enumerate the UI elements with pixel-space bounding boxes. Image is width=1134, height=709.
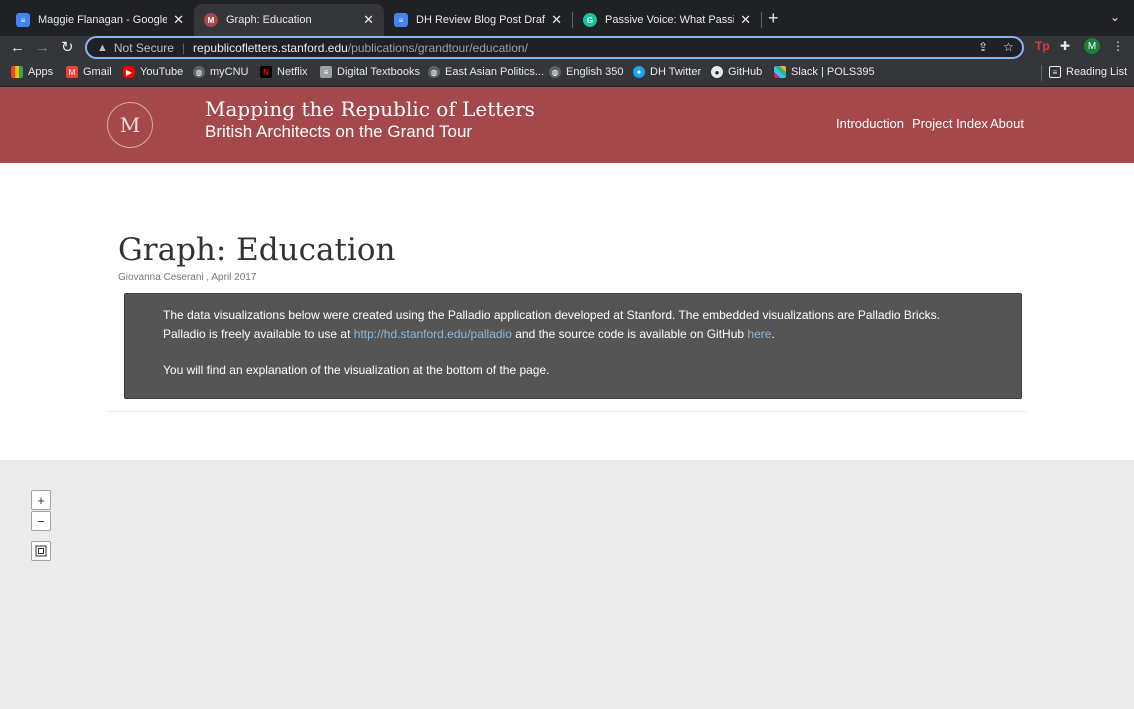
tab-separator [761, 12, 762, 28]
bookmark-slack[interactable]: Slack | POLS395 [774, 66, 875, 78]
bookmark-label: East Asian Politics... [445, 66, 545, 78]
site-favicon-icon: M [204, 13, 218, 27]
reading-list-button[interactable]: ≡ Reading List [1049, 66, 1127, 78]
zoom-out-button[interactable]: − [31, 511, 51, 531]
bookmark-english-350[interactable]: ◍ English 350 [549, 66, 624, 78]
info-paragraph: The data visualizations below were creat… [163, 306, 983, 344]
bookmark-label: Slack | POLS395 [791, 66, 875, 78]
url-path: /publications/grandtour/education/ [347, 40, 528, 55]
slack-icon [774, 66, 786, 78]
close-icon[interactable]: ✕ [740, 12, 751, 28]
tab-label: Passive Voice: What Passive Vo [605, 14, 735, 26]
info-explanation: You will find an explanation of the visu… [163, 363, 550, 377]
address-divider: | [181, 40, 186, 55]
bookmark-label: DH Twitter [650, 66, 702, 78]
info-text: and the source code is available on GitH… [511, 327, 748, 341]
bookmark-netflix[interactable]: N Netflix [260, 66, 308, 78]
nav-about[interactable]: About [990, 116, 1024, 131]
youtube-icon: ▶ [123, 66, 135, 78]
globe-icon: ◍ [549, 66, 561, 78]
fit-to-screen-button[interactable] [31, 541, 51, 561]
site-subtitle: British Architects on the Grand Tour [205, 122, 473, 141]
new-tab-icon[interactable]: + [768, 8, 779, 29]
visualization-canvas[interactable]: + − [0, 460, 1134, 709]
address-bar[interactable]: ▲ Not Secure | republicofletters.stanfor… [85, 36, 1024, 59]
info-box: The data visualizations below were creat… [124, 293, 1022, 399]
bookmark-label: Netflix [277, 66, 308, 78]
site-header: M Mapping the Republic of Letters Britis… [0, 87, 1134, 163]
close-icon[interactable]: ✕ [551, 12, 562, 28]
site-logo[interactable]: M [107, 102, 153, 148]
security-status[interactable]: Not Secure [114, 41, 174, 55]
bookmarks-bar: Apps M Gmail ▶ YouTube ◍ myCNU N Netflix… [0, 60, 1134, 87]
page-title: Graph: Education [118, 232, 396, 268]
docs-icon: ≡ [394, 13, 408, 27]
back-arrow-icon[interactable]: ← [10, 38, 25, 58]
reading-list-icon: ≡ [1049, 66, 1061, 78]
browser-tab-strip: ≡ Maggie Flanagan - Google Doc ✕ M Graph… [0, 0, 1134, 36]
tab-label: DH Review Blog Post Draft - Go [416, 14, 545, 26]
tab-label: Maggie Flanagan - Google Doc [38, 14, 168, 26]
share-icon[interactable]: ⇪ [978, 40, 988, 54]
content-divider [107, 411, 1027, 412]
close-icon[interactable]: ✕ [173, 12, 184, 28]
tab-dh-review-blog-draft[interactable]: ≡ DH Review Blog Post Draft - Go ✕ [384, 4, 572, 36]
browser-toolbar: ← → ↻ ▲ Not Secure | republicofletters.s… [0, 36, 1134, 60]
apps-grid-icon [11, 66, 23, 78]
gmail-icon: M [66, 66, 78, 78]
bookmark-digital-textbooks[interactable]: ≡ Digital Textbooks [320, 66, 420, 78]
bookmark-mycnu[interactable]: ◍ myCNU [193, 66, 249, 78]
bookmark-star-icon[interactable]: ☆ [1003, 40, 1014, 54]
zoom-in-button[interactable]: + [31, 490, 51, 510]
browser-menu-icon[interactable]: ⋮ [1112, 39, 1124, 53]
twitter-bird-icon: ✦ [633, 66, 645, 78]
palladio-link[interactable]: http://hd.stanford.edu/palladio [354, 327, 512, 341]
bookmark-label: myCNU [210, 66, 249, 78]
netflix-icon: N [260, 66, 272, 78]
bookmark-label: Gmail [83, 66, 112, 78]
bookmark-label: GitHub [728, 66, 763, 78]
document-icon: ≡ [320, 66, 332, 78]
bookmark-gmail[interactable]: M Gmail [66, 66, 112, 78]
extensions-puzzle-icon[interactable]: ✚ [1060, 39, 1070, 53]
bookmark-label: English 350 [566, 66, 624, 78]
forward-arrow-icon[interactable]: → [35, 38, 50, 58]
reading-list-label: Reading List [1066, 66, 1128, 78]
bookmark-github[interactable]: ● GitHub [711, 66, 762, 78]
grammarly-icon: G [583, 13, 597, 27]
bookmark-label: YouTube [140, 66, 184, 78]
bookmark-label: Digital Textbooks [337, 66, 420, 78]
profile-avatar[interactable]: M [1084, 38, 1100, 54]
tab-passive-voice[interactable]: G Passive Voice: What Passive Vo ✕ [573, 4, 761, 36]
nav-introduction[interactable]: Introduction [836, 116, 904, 131]
tab-graph-education[interactable]: M Graph: Education ✕ [194, 4, 384, 36]
url-domain: republicofletters.stanford.edu [193, 40, 348, 55]
nav-project-index[interactable]: Project Index [912, 116, 988, 131]
close-icon[interactable]: ✕ [363, 12, 374, 28]
bookmark-apps[interactable]: Apps [11, 66, 53, 78]
reload-icon[interactable]: ↻ [61, 38, 74, 58]
github-here-link[interactable]: here [747, 327, 771, 341]
warning-triangle-icon[interactable]: ▲ [97, 42, 108, 54]
bookmarks-divider [1041, 65, 1042, 81]
tab-label: Graph: Education [226, 14, 312, 26]
bookmark-youtube[interactable]: ▶ YouTube [123, 66, 183, 78]
info-text: . [771, 327, 775, 341]
globe-icon: ◍ [193, 66, 205, 78]
tab-search-chevron-icon[interactable]: ⌄ [1110, 10, 1120, 24]
bookmark-label: Apps [28, 66, 54, 78]
github-icon: ● [711, 66, 723, 78]
extension-tp-icon[interactable]: Tp [1035, 39, 1050, 53]
fit-screen-icon [35, 545, 47, 557]
bookmark-dh-twitter[interactable]: ✦ DH Twitter [633, 66, 701, 78]
byline: Giovanna Ceserani , April 2017 [118, 272, 257, 283]
tab-maggie-flanagan-doc[interactable]: ≡ Maggie Flanagan - Google Doc ✕ [6, 4, 194, 36]
globe-icon: ◍ [428, 66, 440, 78]
docs-icon: ≡ [16, 13, 30, 27]
bookmark-east-asian-politics[interactable]: ◍ East Asian Politics... [428, 66, 544, 78]
site-title[interactable]: Mapping the Republic of Letters [205, 97, 535, 121]
